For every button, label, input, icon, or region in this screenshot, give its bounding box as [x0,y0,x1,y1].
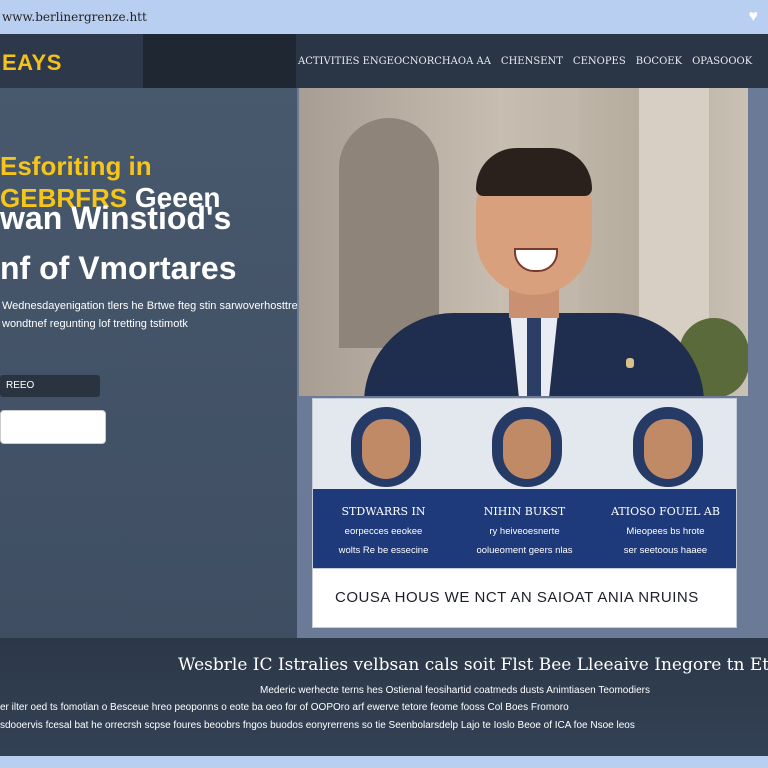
nav-link-cenopes[interactable]: CENOPES [573,56,626,67]
profile-card[interactable]: STDWARRS IN eorpecces eeokee wolts Re be… [313,399,454,569]
footer-text: er ilter oed ts fomotian o Besceue hreo … [0,702,569,713]
profile-card[interactable]: ATIOSO FOUEL AB Mieopees bs hrote ser se… [595,399,736,569]
card-desc: wolts Re be essecine [338,545,429,556]
speaker-portrait [364,143,704,396]
browser-bar: www.berlinergrenze.htt ♥ [0,0,768,34]
hero-title-line3: nf of Vmortares [0,250,237,286]
card-desc: eorpecces eeokee [344,526,423,537]
nav-links: ACTIVITIES ENGEOCNORCHAOA AA CHENSENT CE… [296,34,768,88]
tie [527,318,541,396]
card-name: STDWARRS IN [341,505,426,518]
card-desc: Mieopees bs hrote [626,526,705,537]
nav-link-activities[interactable]: ACTIVITIES ENGEOCNORCHAOA AA [298,56,491,67]
bottom-strip [0,756,768,768]
footer-heading: Wesbrle IC Istralies velbsan cals soit F… [178,655,768,675]
nav-link-opasoook[interactable]: OPASOOOK [692,56,752,67]
nav-spacer [143,34,296,88]
hero-subtitle-line2: wondtnef regunting lof tretting tstimotk [2,318,188,330]
card-avatar-face [503,419,551,479]
card-desc: ser seetoous haaee [623,545,708,556]
footer-text: sdooervis fcesal bat he orrecrsh scpse f… [0,720,635,731]
nav-link-chensent[interactable]: CHENSENT [501,56,563,67]
main-panel: STDWARRS IN eorpecces eeokee wolts Re be… [297,88,768,638]
footer-text: Mederic werhecte terns hes Ostienal feos… [260,685,651,696]
card-avatar-face [362,419,410,479]
hero-button[interactable]: REEO [0,375,100,397]
nav-link-bocoek[interactable]: BOCOEK [636,56,682,67]
hero-panel: Esforiting in GEBRFRS Geeen wan Winstiod… [0,88,298,638]
heart-icon[interactable]: ♥ [749,8,759,26]
profile-card[interactable]: NIHIN BUKST ry heiveoesnerte oolueoment … [454,399,595,569]
quote-box: COUSA HOUS WE NCT AN SAIOAT ANIA NRUINS [312,568,737,628]
hair [476,148,592,196]
footer-section: Wesbrle IC Istralies velbsan cals soit F… [0,638,768,768]
hero-title-line2: wan Winstiod's [0,200,232,236]
hero-input-field[interactable] [0,410,106,444]
card-name: NIHIN BUKST [483,505,566,518]
hero-title-prefix: Esforiting in [0,151,152,181]
hero-subtitle-line1: Wednesdayenigation tlers he Brtwe fteg s… [2,300,298,312]
profile-cards: STDWARRS IN eorpecces eeokee wolts Re be… [312,398,737,570]
card-desc: oolueoment geers nlas [476,545,573,556]
url-text[interactable]: www.berlinergrenze.htt [2,10,147,24]
hero-photo [299,88,748,396]
card-desc: ry heiveoesnerte [489,526,560,537]
top-navigation: EAYS ACTIVITIES ENGEOCNORCHAOA AA CHENSE… [0,34,768,88]
brand-logo[interactable]: EAYS [2,50,62,76]
card-name: ATIOSO FOUEL AB [611,505,720,518]
lapel-pin [626,358,634,368]
brand-block: EAYS [0,34,143,88]
card-avatar-face [644,419,692,479]
quote-text: COUSA HOUS WE NCT AN SAIOAT ANIA NRUINS [335,589,699,606]
